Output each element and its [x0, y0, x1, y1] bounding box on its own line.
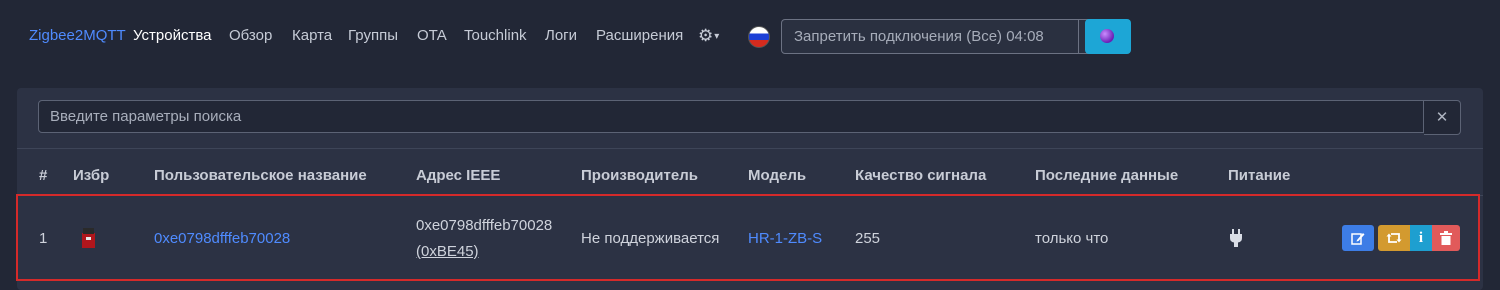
header-manufacturer[interactable]: Производитель — [581, 167, 698, 184]
search-bar: ✕ — [38, 100, 1462, 135]
zigbee-dot-icon — [1100, 29, 1114, 43]
lqi-value: 255 — [855, 230, 881, 247]
gear-icon[interactable]: ⚙▾ — [698, 26, 730, 46]
brand-link[interactable]: Zigbee2MQTT — [29, 27, 126, 44]
permit-join-group: Запретить подключения (Все) 04:08 ⌄ — [781, 19, 1104, 54]
header-index: # — [39, 167, 48, 184]
nav-dashboard[interactable]: Обзор — [229, 27, 272, 44]
coordinator-button[interactable] — [1085, 19, 1131, 54]
header-favorite[interactable]: Избр — [73, 167, 109, 184]
row-index: 1 — [39, 230, 48, 247]
last-seen: только что — [1035, 230, 1109, 247]
trash-icon[interactable] — [1432, 225, 1460, 251]
search-input[interactable] — [38, 100, 1424, 133]
header-last-seen[interactable]: Последние данные — [1035, 167, 1178, 184]
row-actions: i — [1342, 225, 1460, 251]
model-link[interactable]: HR-1-ZB-S — [748, 230, 822, 247]
chevron-down-icon: ▾ — [714, 31, 720, 42]
nav-groups[interactable]: Группы — [348, 27, 398, 44]
device-image-icon — [82, 228, 95, 248]
nav-ota[interactable]: OTA — [417, 27, 447, 44]
nav-extensions[interactable]: Расширения — [596, 27, 683, 44]
header-friendly-name[interactable]: Пользовательское название — [154, 167, 367, 184]
edit-icon[interactable] — [1342, 225, 1374, 251]
nav-touchlink[interactable]: Touchlink — [464, 27, 527, 44]
nav-map[interactable]: Карта — [292, 27, 332, 44]
header-lqi[interactable]: Качество сигнала — [855, 167, 986, 184]
permit-join-button[interactable]: Запретить подключения (Все) 04:08 — [781, 19, 1079, 54]
close-icon[interactable]: ✕ — [1424, 100, 1461, 135]
nav-logs[interactable]: Логи — [545, 27, 577, 44]
plug-icon — [1230, 229, 1242, 247]
header-power[interactable]: Питание — [1228, 167, 1290, 184]
ieee-address: 0xe0798dfffeb70028 — [416, 217, 553, 234]
retweet-icon[interactable] — [1378, 225, 1410, 251]
network-address: (0xBE45) — [416, 243, 479, 260]
nav-devices[interactable]: Устройства — [133, 27, 211, 44]
navbar: Zigbee2MQTT Устройства Обзор Карта Групп… — [0, 0, 1500, 72]
header-ieee[interactable]: Адрес IEEE — [416, 167, 500, 184]
divider — [17, 148, 1483, 149]
russia-flag-icon[interactable] — [748, 26, 770, 48]
friendly-name-link[interactable]: 0xe0798dfffeb70028 — [154, 230, 290, 247]
manufacturer: Не поддерживается — [581, 230, 720, 247]
info-icon[interactable]: i — [1410, 225, 1432, 251]
header-model[interactable]: Модель — [748, 167, 806, 184]
